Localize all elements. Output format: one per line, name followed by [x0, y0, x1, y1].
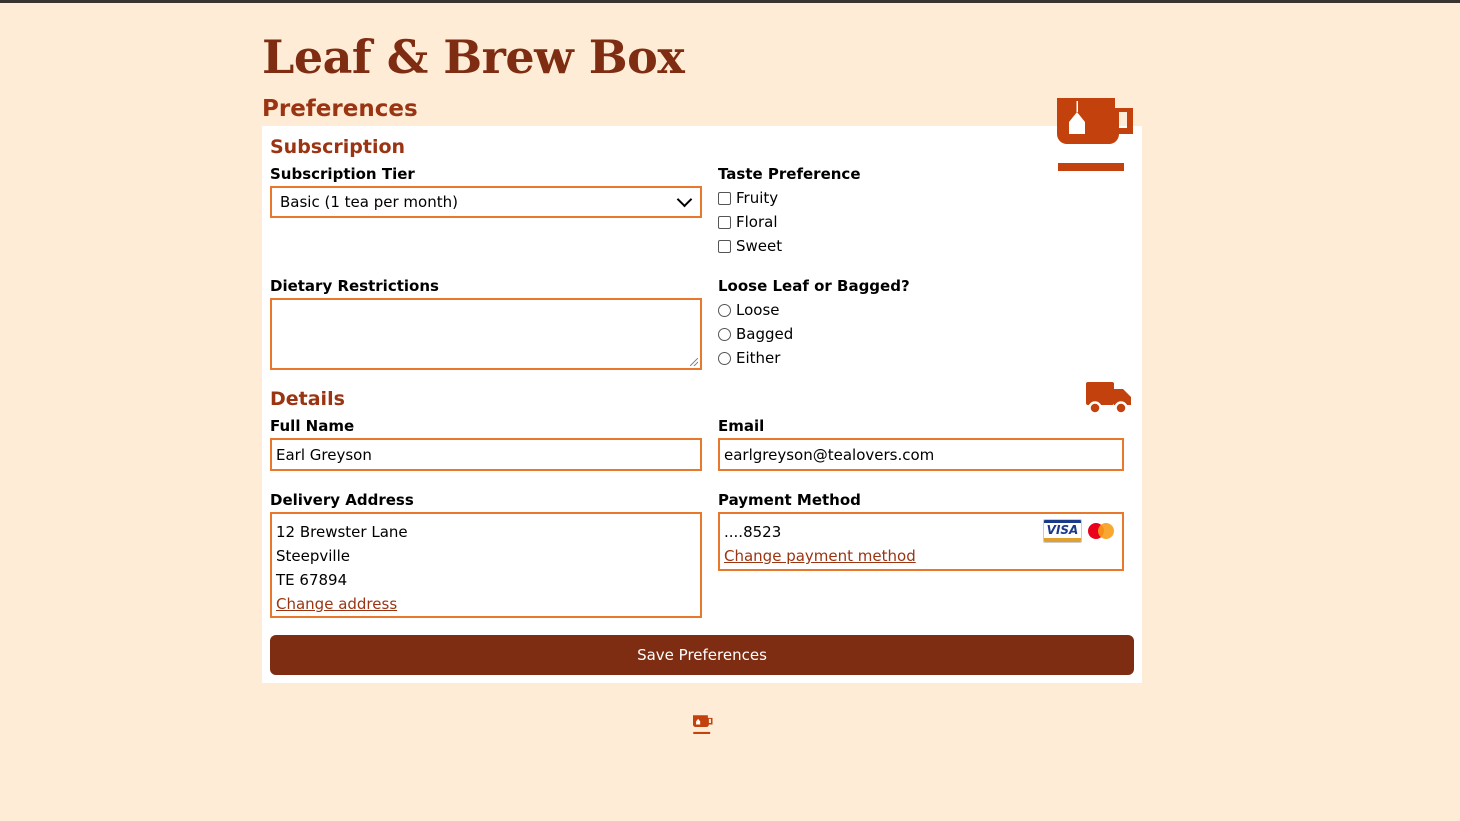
option-label: Loose	[736, 301, 780, 319]
change-address-link[interactable]: Change address	[276, 595, 397, 613]
option-label: Either	[736, 349, 781, 367]
radio[interactable]	[718, 351, 731, 365]
address-line: 12 Brewster Lane	[276, 523, 408, 541]
leaf-option-bagged[interactable]: Bagged	[718, 325, 793, 343]
taste-option-sweet[interactable]: Sweet	[718, 237, 782, 255]
leaf-option-either[interactable]: Either	[718, 349, 780, 367]
dietary-restrictions-label: Dietary Restrictions	[270, 277, 439, 295]
leaf-option-loose[interactable]: Loose	[718, 301, 780, 319]
mug-icon	[693, 715, 713, 734]
subscription-tier-value: Basic (1 tea per month)	[280, 193, 458, 211]
page-title: Preferences	[262, 96, 418, 122]
visa-icon: VISA	[1043, 519, 1082, 543]
address-line: Steepville	[276, 547, 350, 565]
taste-option-fruity[interactable]: Fruity	[718, 189, 778, 207]
truck-icon	[1086, 382, 1131, 415]
subscription-tier-label: Subscription Tier	[270, 165, 415, 183]
checkbox[interactable]	[718, 239, 731, 253]
full-name-input[interactable]: Earl Greyson	[270, 438, 702, 471]
email-label: Email	[718, 417, 765, 435]
subscription-tier-select[interactable]: Basic (1 tea per month)	[270, 186, 702, 218]
dietary-restrictions-textarea[interactable]	[270, 298, 702, 370]
address-line: TE 67894	[276, 571, 348, 589]
preferences-card: Subscription Subscription Tier Basic (1 …	[262, 98, 1142, 683]
taste-preference-label: Taste Preference	[718, 165, 861, 183]
taste-option-floral[interactable]: Floral	[718, 213, 778, 231]
app-title: Leaf & Brew Box	[262, 30, 685, 84]
subscription-heading: Subscription	[270, 136, 406, 158]
chevron-down-icon	[676, 191, 693, 208]
details-heading: Details	[270, 388, 345, 410]
checkbox[interactable]	[718, 191, 731, 205]
full-name-label: Full Name	[270, 417, 355, 435]
payment-method-label: Payment Method	[718, 491, 861, 509]
radio[interactable]	[718, 327, 731, 341]
checkbox[interactable]	[718, 215, 731, 229]
payment-method-box: ....8523 Change payment method VISA	[718, 512, 1124, 571]
delivery-address-box: 12 Brewster Lane Steepville TE 67894 Cha…	[270, 512, 702, 618]
email-input[interactable]: earlgreyson@tealovers.com	[718, 438, 1124, 471]
option-label: Floral	[736, 213, 778, 231]
radio[interactable]	[718, 303, 731, 317]
option-label: Bagged	[736, 325, 794, 343]
save-preferences-button[interactable]: Save Preferences	[270, 635, 1134, 675]
leaf-type-label: Loose Leaf or Bagged?	[718, 277, 910, 295]
change-payment-link[interactable]: Change payment method	[724, 547, 916, 565]
resize-handle[interactable]	[690, 358, 698, 366]
mug-icon	[1057, 98, 1133, 171]
option-label: Fruity	[736, 189, 779, 207]
card-brands: VISA	[1043, 519, 1114, 543]
option-label: Sweet	[736, 237, 783, 255]
delivery-address-label: Delivery Address	[270, 491, 414, 509]
mastercard-icon	[1088, 523, 1114, 539]
